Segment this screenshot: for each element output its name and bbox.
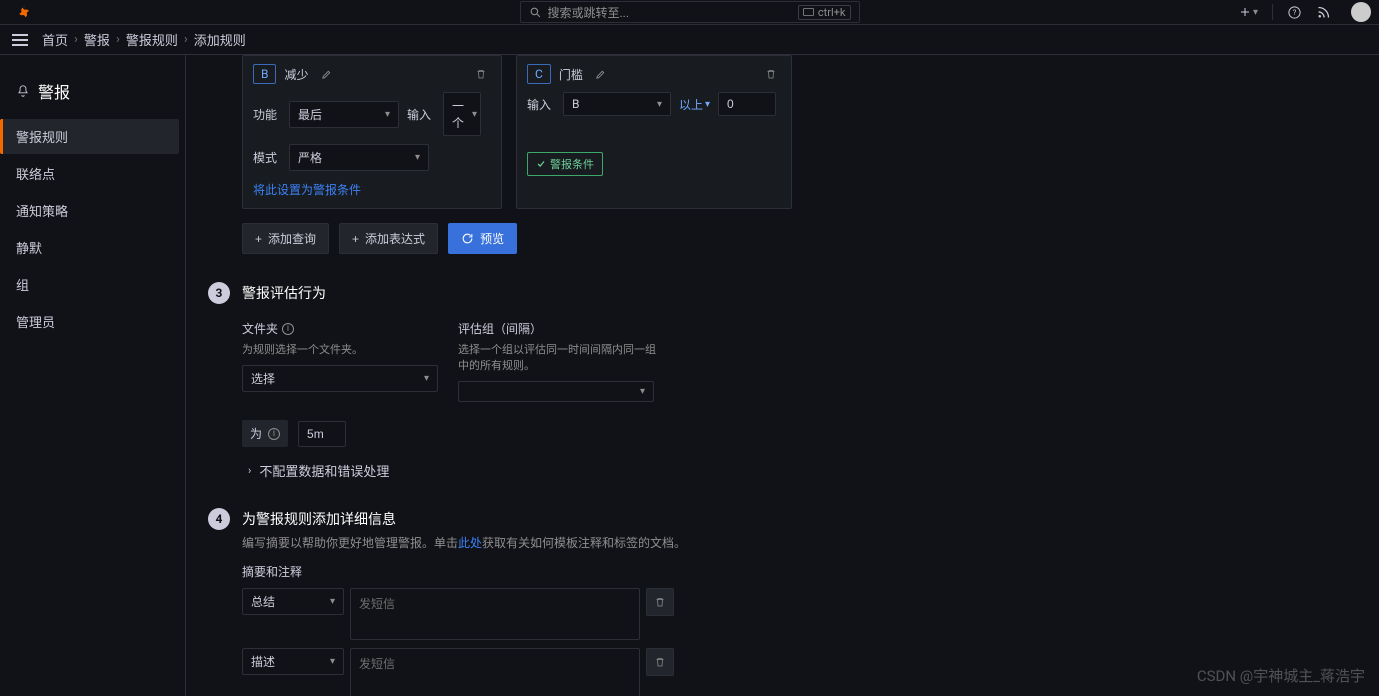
check-icon bbox=[536, 159, 546, 169]
trash-icon bbox=[475, 68, 487, 80]
bell-icon bbox=[16, 84, 30, 98]
info-icon[interactable]: i bbox=[268, 428, 280, 440]
for-label: 为 i bbox=[242, 420, 288, 447]
above-select[interactable]: 以上 ▾ bbox=[679, 96, 710, 113]
section-3-title: 警报评估行为 bbox=[242, 283, 326, 303]
mode-select[interactable]: 严格▾ bbox=[289, 144, 429, 171]
breadcrumb-add[interactable]: 添加规则 bbox=[194, 30, 246, 49]
input-label-b: 输入 bbox=[407, 106, 435, 123]
annotation-value-summary[interactable] bbox=[350, 588, 640, 640]
expr-badge-b: B bbox=[253, 64, 276, 84]
mode-label: 模式 bbox=[253, 149, 281, 166]
input-label-c: 输入 bbox=[527, 96, 555, 113]
annotation-key-summary[interactable]: 总结▾ bbox=[242, 588, 344, 615]
delete-annotation-description[interactable] bbox=[646, 648, 674, 676]
group-hint: 选择一个组以评估同一时间间隔内同一组中的所有规则。 bbox=[458, 341, 658, 373]
step-number-4: 4 bbox=[208, 508, 230, 530]
section-4: 4 为警报规则添加详细信息 编写摘要以帮助你更好地管理警报。单击此处获取有关如何… bbox=[242, 508, 1359, 696]
add-query-button[interactable]: + 添加查询 bbox=[242, 223, 329, 254]
trash-icon bbox=[654, 596, 666, 608]
set-alert-condition-link[interactable]: 将此设置为警报条件 bbox=[253, 181, 361, 198]
pencil-icon bbox=[595, 69, 606, 80]
trash-icon bbox=[654, 656, 666, 668]
alert-condition-badge: 警报条件 bbox=[527, 152, 603, 176]
plus-icon bbox=[1239, 6, 1251, 18]
help-icon[interactable]: ? bbox=[1287, 5, 1302, 20]
chevron-right-icon: › bbox=[248, 464, 251, 477]
expression-card-c: C 门槛 输入 B▾ 以上 ▾ bbox=[516, 55, 792, 209]
input-select-c[interactable]: B▾ bbox=[563, 92, 671, 116]
edit-name-button[interactable] bbox=[317, 65, 336, 84]
expression-card-b: B 减少 功能 最后▾ 输入 一个▾ 模式 bbox=[242, 55, 502, 209]
menu-toggle-button[interactable] bbox=[8, 30, 32, 50]
sidebar-title: 警报 bbox=[6, 71, 179, 119]
group-label: 评估组（间隔） bbox=[458, 320, 658, 337]
section-4-subtitle: 编写摘要以帮助你更好地管理警报。单击此处获取有关如何模板注释和标签的文档。 bbox=[242, 534, 1359, 551]
annotation-key-description[interactable]: 描述▾ bbox=[242, 648, 344, 675]
main-content: B 减少 功能 最后▾ 输入 一个▾ 模式 bbox=[186, 55, 1379, 696]
expr-name-c: 门槛 bbox=[559, 66, 583, 83]
divider bbox=[1272, 4, 1273, 20]
delete-expr-b-button[interactable] bbox=[471, 64, 491, 84]
breadcrumb-bar: 首页 › 警报 › 警报规则 › 添加规则 bbox=[0, 25, 1379, 55]
breadcrumb-home[interactable]: 首页 bbox=[42, 30, 68, 49]
breadcrumb-alert[interactable]: 警报 bbox=[84, 30, 110, 49]
search-input[interactable]: 搜索或跳转至... ctrl+k bbox=[520, 1, 860, 23]
topbar: 搜索或跳转至... ctrl+k ▾ ? bbox=[0, 0, 1379, 25]
section-4-title: 为警报规则添加详细信息 bbox=[242, 509, 396, 529]
sidebar: 警报 警报规则 联络点 通知策略 静默 组 管理员 bbox=[0, 55, 186, 696]
input-select-b[interactable]: 一个▾ bbox=[443, 92, 481, 136]
delete-expr-c-button[interactable] bbox=[761, 64, 781, 84]
threshold-input[interactable] bbox=[718, 92, 776, 116]
plus-icon: + bbox=[255, 232, 262, 246]
svg-text:?: ? bbox=[1293, 8, 1297, 17]
edit-name-c-button[interactable] bbox=[591, 65, 610, 84]
preview-button[interactable]: 预览 bbox=[448, 223, 517, 254]
sidebar-item-policies[interactable]: 通知策略 bbox=[6, 193, 179, 228]
annotation-value-description[interactable] bbox=[350, 648, 640, 696]
eval-group-select[interactable]: ▾ bbox=[458, 381, 654, 402]
breadcrumb: 首页 › 警报 › 警报规则 › 添加规则 bbox=[42, 30, 246, 49]
folder-hint: 为规则选择一个文件夹。 bbox=[242, 341, 438, 357]
refresh-icon bbox=[461, 232, 474, 245]
sidebar-item-groups[interactable]: 组 bbox=[6, 267, 179, 302]
folder-label: 文件夹 i bbox=[242, 320, 438, 337]
expr-badge-c: C bbox=[527, 64, 551, 84]
func-label: 功能 bbox=[253, 106, 281, 123]
search-placeholder: 搜索或跳转至... bbox=[548, 4, 630, 21]
for-duration-input[interactable] bbox=[298, 421, 346, 447]
breadcrumb-rules[interactable]: 警报规则 bbox=[126, 30, 178, 49]
expr-name-b: 减少 bbox=[284, 66, 308, 83]
sidebar-item-silences[interactable]: 静默 bbox=[6, 230, 179, 265]
step-number-3: 3 bbox=[208, 282, 230, 304]
rss-icon[interactable] bbox=[1316, 5, 1331, 20]
pencil-icon bbox=[321, 69, 332, 80]
trash-icon bbox=[765, 68, 777, 80]
search-icon bbox=[529, 6, 542, 19]
avatar[interactable] bbox=[1351, 2, 1371, 22]
sidebar-item-admin[interactable]: 管理员 bbox=[6, 304, 179, 339]
docs-link[interactable]: 此处 bbox=[458, 536, 482, 550]
keyboard-shortcut: ctrl+k bbox=[798, 5, 851, 20]
add-expression-button[interactable]: + 添加表达式 bbox=[339, 223, 438, 254]
delete-annotation-summary[interactable] bbox=[646, 588, 674, 616]
func-select[interactable]: 最后▾ bbox=[289, 101, 399, 128]
annotations-label: 摘要和注释 bbox=[242, 563, 1359, 580]
info-icon[interactable]: i bbox=[282, 323, 294, 335]
sidebar-item-contacts[interactable]: 联络点 bbox=[6, 156, 179, 191]
plus-icon: + bbox=[352, 232, 359, 246]
nodata-error-toggle[interactable]: › 不配置数据和错误处理 bbox=[248, 461, 1359, 480]
sidebar-item-rules[interactable]: 警报规则 bbox=[0, 119, 179, 154]
folder-select[interactable]: 选择▾ bbox=[242, 365, 438, 392]
section-3: 3 警报评估行为 文件夹 i 为规则选择一个文件夹。 选择▾ 评估组（间隔） 选… bbox=[242, 282, 1359, 480]
add-menu-button[interactable]: ▾ bbox=[1239, 6, 1258, 18]
grafana-logo-icon[interactable] bbox=[14, 3, 32, 21]
